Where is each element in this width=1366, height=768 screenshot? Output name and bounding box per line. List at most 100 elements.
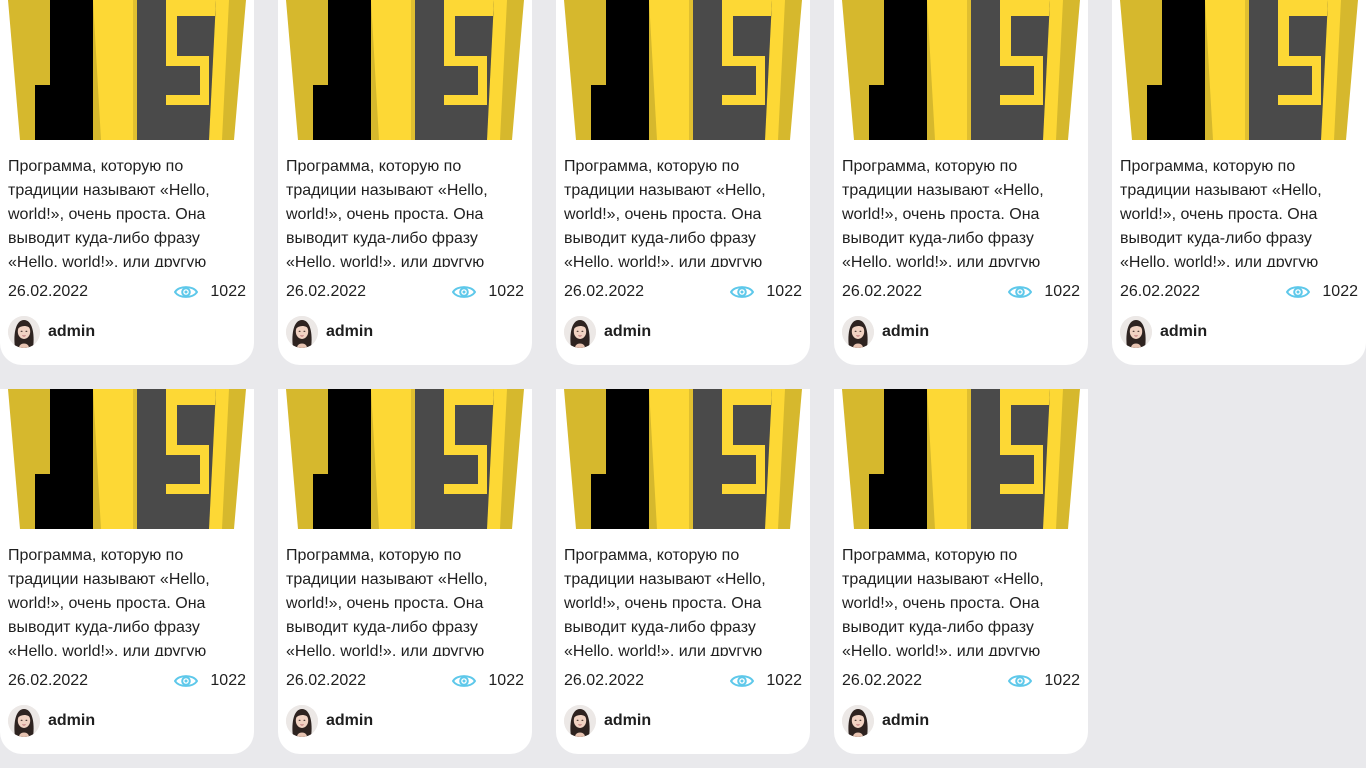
avatar[interactable] [286,316,318,348]
views-count: 1022 [766,283,802,300]
views-count: 1022 [1322,283,1358,300]
javascript-logo-icon [564,0,802,140]
author-name[interactable]: admin [604,322,651,342]
author-name[interactable]: admin [326,711,373,731]
avatar[interactable] [8,705,40,737]
post-card[interactable]: Программа, которую по традиции называют … [556,389,810,754]
avatar[interactable] [286,705,318,737]
javascript-logo-icon [564,389,802,529]
post-card[interactable]: Программа, которую по традиции называют … [0,389,254,754]
post-author[interactable]: admin [8,705,95,737]
post-excerpt: Программа, которую по традиции называют … [1120,158,1322,267]
post-author[interactable]: admin [842,705,929,737]
post-meta: 26.02.2022 1022 [8,282,246,302]
javascript-logo-icon [286,389,524,529]
post-date: 26.02.2022 [564,672,645,689]
post-thumbnail[interactable] [564,389,802,529]
eye-icon [1008,286,1033,298]
post-card[interactable]: Программа, которую по традиции называют … [278,389,532,754]
post-thumbnail[interactable] [8,0,246,140]
post-author[interactable]: admin [564,705,651,737]
javascript-logo-icon [1120,0,1358,140]
avatar-image [286,705,318,737]
post-author[interactable]: admin [1120,316,1207,348]
author-name[interactable]: admin [48,711,95,731]
views-count: 1022 [488,283,524,300]
post-thumbnail[interactable] [1120,0,1358,140]
post-thumbnail[interactable] [842,389,1080,529]
post-meta: 26.02.2022 1022 [564,282,802,302]
avatar[interactable] [842,705,874,737]
post-thumbnail[interactable] [8,389,246,529]
author-name[interactable]: admin [882,711,929,731]
avatar-image [1120,316,1152,348]
post-meta: 26.02.2022 1022 [842,282,1080,302]
avatar[interactable] [564,705,596,737]
post-card[interactable]: Программа, которую по традиции называют … [278,0,532,365]
avatar[interactable] [564,316,596,348]
post-card[interactable]: Программа, которую по традиции называют … [1112,0,1366,365]
post-views: 1022 [730,282,802,302]
post-meta: 26.02.2022 1022 [842,671,1080,691]
post-date: 26.02.2022 [842,672,923,689]
eye-icon [452,286,477,298]
post-meta: 26.02.2022 1022 [8,671,246,691]
post-date: 26.02.2022 [564,283,645,300]
post-card[interactable]: Программа, которую по традиции называют … [0,0,254,365]
eye-icon [452,675,477,687]
avatar-image [842,316,874,348]
post-thumbnail[interactable] [286,0,524,140]
post-author[interactable]: admin [8,316,95,348]
post-excerpt: Программа, которую по традиции называют … [564,158,766,267]
post-thumbnail[interactable] [564,0,802,140]
post-card[interactable]: Программа, которую по традиции называют … [556,0,810,365]
post-views: 1022 [174,282,246,302]
javascript-logo-icon [8,0,246,140]
post-author[interactable]: admin [286,316,373,348]
avatar-image [286,316,318,348]
post-views: 1022 [730,671,802,691]
eye-icon [174,675,199,687]
author-name[interactable]: admin [326,322,373,342]
post-author[interactable]: admin [842,316,929,348]
author-name[interactable]: admin [1160,322,1207,342]
views-count: 1022 [210,672,246,689]
post-meta: 26.02.2022 1022 [286,282,524,302]
post-card[interactable]: Программа, которую по традиции называют … [834,0,1088,365]
post-date: 26.02.2022 [8,283,89,300]
author-name[interactable]: admin [48,322,95,342]
post-views: 1022 [1008,282,1080,302]
avatar[interactable] [842,316,874,348]
posts-grid: Программа, которую по традиции называют … [0,0,1366,768]
views-count: 1022 [1044,283,1080,300]
author-name[interactable]: admin [604,711,651,731]
avatar[interactable] [8,316,40,348]
post-thumbnail[interactable] [286,389,524,529]
post-views: 1022 [452,282,524,302]
post-date: 26.02.2022 [8,672,89,689]
javascript-logo-icon [8,389,246,529]
post-thumbnail[interactable] [842,0,1080,140]
javascript-logo-icon [286,0,524,140]
eye-icon [1008,675,1033,687]
avatar[interactable] [1120,316,1152,348]
post-views: 1022 [452,671,524,691]
post-views: 1022 [1286,282,1358,302]
post-author[interactable]: admin [564,316,651,348]
javascript-logo-icon [842,0,1080,140]
post-card[interactable]: Программа, которую по традиции называют … [834,389,1088,754]
post-meta: 26.02.2022 1022 [1120,282,1358,302]
post-excerpt: Программа, которую по традиции называют … [842,547,1044,656]
post-author[interactable]: admin [286,705,373,737]
avatar-image [564,316,596,348]
post-date: 26.02.2022 [286,283,367,300]
views-count: 1022 [766,672,802,689]
views-count: 1022 [488,672,524,689]
post-date: 26.02.2022 [286,672,367,689]
post-views: 1022 [1008,671,1080,691]
avatar-image [842,705,874,737]
avatar-image [564,705,596,737]
author-name[interactable]: admin [882,322,929,342]
eye-icon [730,286,755,298]
post-meta: 26.02.2022 1022 [564,671,802,691]
